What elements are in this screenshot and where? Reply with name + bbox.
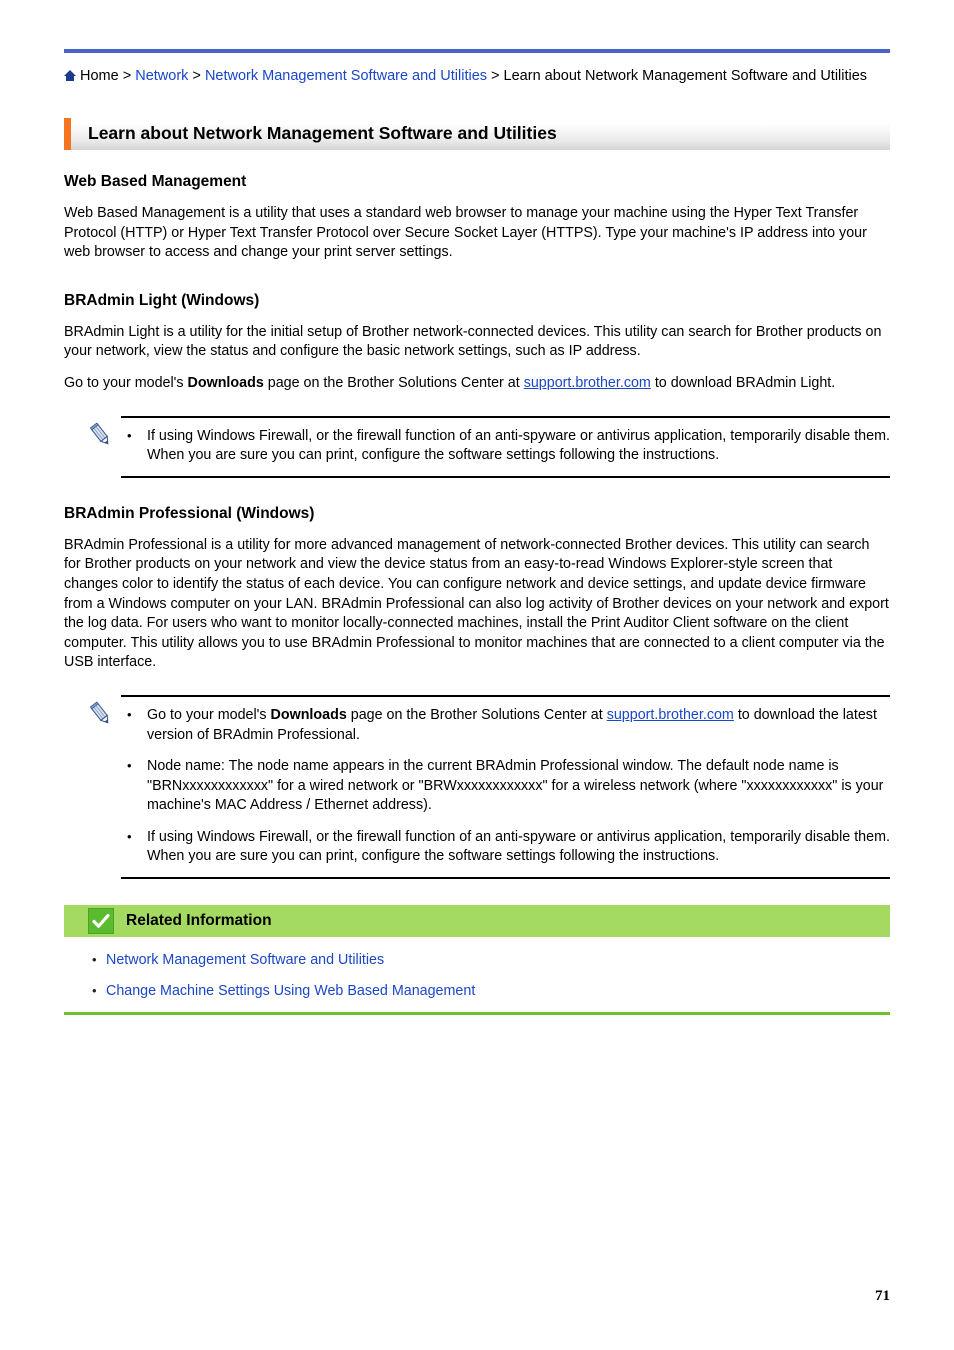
breadcrumb-item-network[interactable]: Network <box>135 68 188 84</box>
related-information-header: Related Information <box>64 905 890 938</box>
section-heading-bradmin-light: BRAdmin Light (Windows) <box>64 291 260 309</box>
note-bullet-list: Go to your model's Downloads page on the… <box>121 705 890 867</box>
text-fragment: page on the Brother Solutions Center at <box>346 706 607 723</box>
list-item: Network Management Software and Utilitie… <box>64 950 890 971</box>
text-fragment: Go to your model's <box>64 374 188 391</box>
note-body: If using Windows Firewall, or the firewa… <box>64 418 890 476</box>
document-page: Home > Network > Network Management Soft… <box>0 0 954 1350</box>
section-heading-web-based-management: Web Based Management <box>64 173 247 190</box>
section-paragraph-bradmin-professional: BRAdmin Professional is a utility for mo… <box>64 536 889 671</box>
home-icon <box>64 67 76 81</box>
section-paragraph-web-based-management: Web Based Management is a utility that u… <box>64 205 867 261</box>
section-paragraph-bradmin-light-1: BRAdmin Light is a utility for the initi… <box>64 323 882 360</box>
breadcrumb-separator: > <box>118 68 136 84</box>
check-icon <box>88 908 114 935</box>
section-paragraph-bradmin-light-2: Go to your model's Downloads page on the… <box>64 374 890 394</box>
page-title: Learn about Network Management Software … <box>88 123 557 143</box>
related-information-footer-rule <box>64 1012 890 1016</box>
text-fragment: page on the Brother Solutions Center at <box>263 374 524 391</box>
main-content: Web Based Management Web Based Managemen… <box>64 150 890 1016</box>
page-title-band: Learn about Network Management Software … <box>64 118 890 150</box>
breadcrumb: Home > Network > Network Management Soft… <box>64 66 890 87</box>
note-bullet: Go to your model's Downloads page on the… <box>121 705 890 745</box>
support-link[interactable]: support.brother.com <box>607 707 734 723</box>
note-body: Go to your model's Downloads page on the… <box>64 697 890 877</box>
breadcrumb-separator: > <box>487 68 504 84</box>
text-fragment: to download BRAdmin Light. <box>650 374 836 391</box>
section-heading-bradmin-professional: BRAdmin Professional (Windows) <box>64 504 315 522</box>
bold-downloads: Downloads <box>270 706 347 723</box>
related-information-title: Related Information <box>126 912 272 930</box>
related-information-box: Related Information Network Management S… <box>64 905 890 1016</box>
text-fragment: Go to your model's <box>147 706 271 723</box>
related-link-network-management-software-and-utilities[interactable]: Network Management Software and Utilitie… <box>106 952 384 968</box>
note-box-2: Go to your model's Downloads page on the… <box>64 694 890 880</box>
note-bullet: If using Windows Firewall, or the firewa… <box>121 827 890 867</box>
page-number: 71 <box>875 1288 890 1304</box>
note-bullet: If using Windows Firewall, or the firewa… <box>121 426 890 466</box>
breadcrumb-item-home: Home <box>80 68 119 84</box>
breadcrumb-separator: > <box>188 68 205 84</box>
related-information-list: Network Management Software and Utilitie… <box>64 937 890 1001</box>
bold-downloads: Downloads <box>187 374 264 391</box>
list-item: Change Machine Settings Using Web Based … <box>64 981 890 1002</box>
support-link[interactable]: support.brother.com <box>524 375 651 391</box>
breadcrumb-item-network-management-software-and-utilities[interactable]: Network Management Software and Utilitie… <box>205 68 487 84</box>
note-bullet-list: If using Windows Firewall, or the firewa… <box>121 426 890 466</box>
note-bullet: Node name: The node name appears in the … <box>121 756 890 816</box>
title-accent-bar <box>64 118 71 150</box>
note-box-1: If using Windows Firewall, or the firewa… <box>64 415 890 478</box>
related-link-change-machine-settings-using-web-based-management[interactable]: Change Machine Settings Using Web Based … <box>106 983 475 999</box>
pencil-icon <box>88 422 114 448</box>
breadcrumb-item-current: Learn about Network Management Software … <box>503 68 868 84</box>
pencil-icon <box>88 701 114 727</box>
note-bottom-rule <box>121 475 890 478</box>
header-rule <box>64 49 890 53</box>
note-bottom-rule <box>121 877 890 880</box>
